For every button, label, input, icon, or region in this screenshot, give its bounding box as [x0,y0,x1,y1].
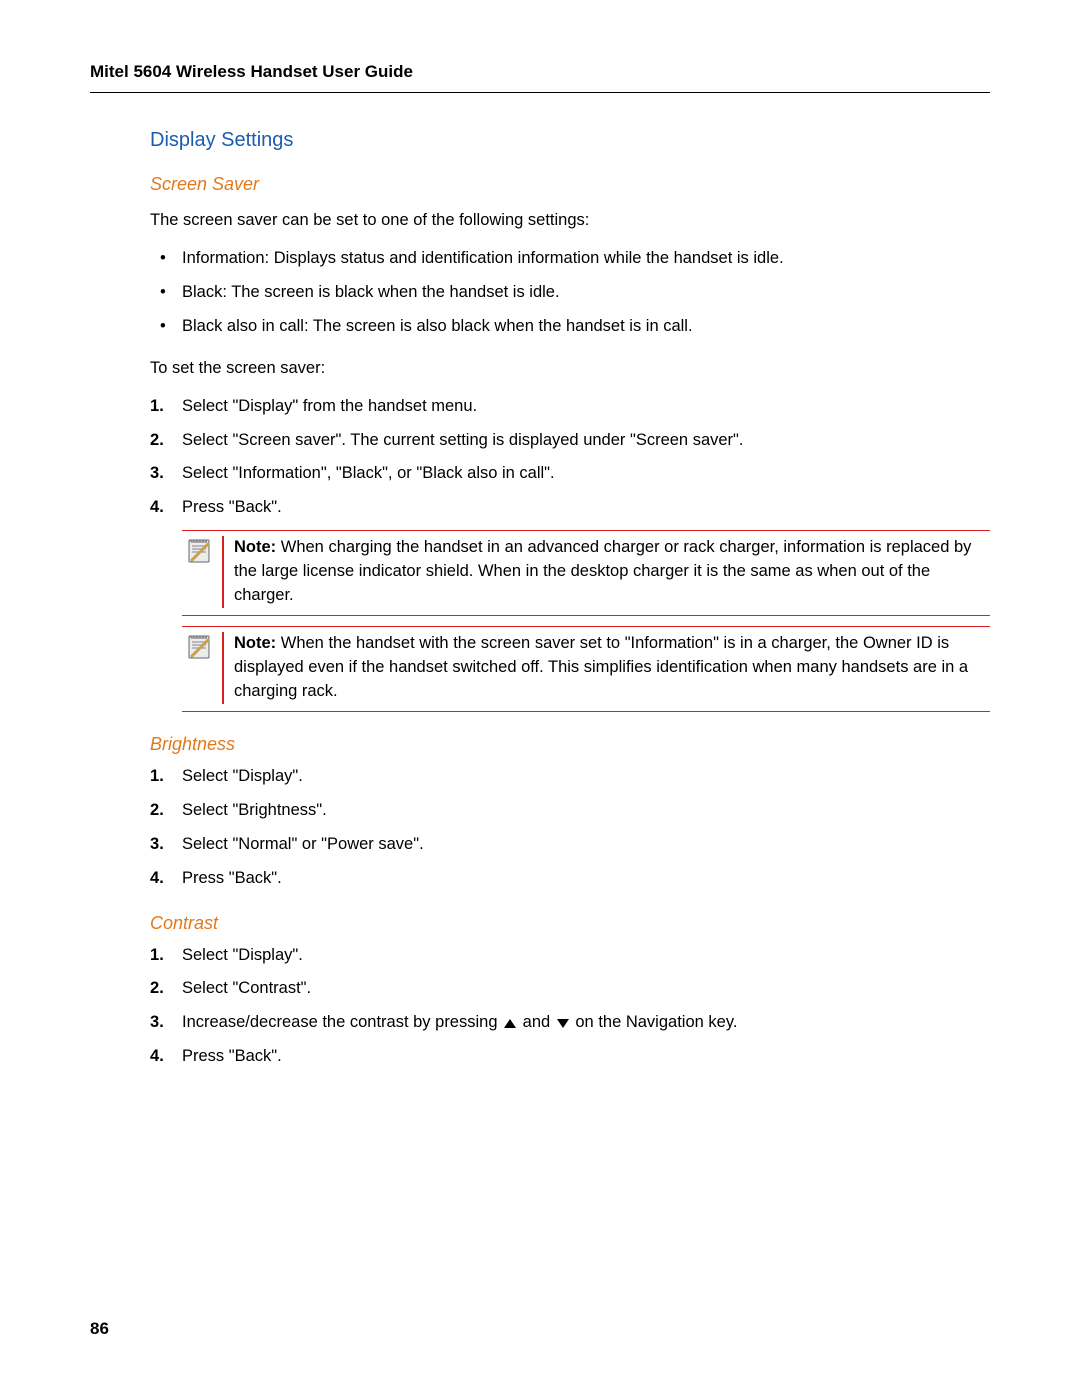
list-item: Select "Information", "Black", or "Black… [150,462,990,486]
list-item: Information: Displays status and identif… [150,247,990,271]
list-item: Press "Back". [150,496,990,520]
page-number: 86 [90,1319,109,1339]
list-item: Increase/decrease the contrast by pressi… [150,1011,990,1035]
heading-screen-saver: Screen Saver [150,174,990,195]
note-text: Note: When charging the handset in an ad… [222,536,990,608]
list-item: Black: The screen is black when the hand… [150,281,990,305]
nav-down-icon [557,1019,569,1028]
list-item: Black also in call: The screen is also b… [150,315,990,339]
screen-saver-body: The screen saver can be set to one of th… [150,209,990,712]
screen-saver-steps: Select "Display" from the handset menu. … [150,395,990,521]
list-item: Select "Display". [150,765,990,789]
note-block: Note: When charging the handset in an ad… [182,530,990,616]
brightness-steps: Select "Display". Select "Brightness". S… [150,765,990,891]
contrast-body: Select "Display". Select "Contrast". Inc… [150,944,990,1070]
note-icon [186,538,212,564]
screen-saver-intro: The screen saver can be set to one of th… [150,209,990,233]
note-body: When the handset with the screen saver s… [234,634,968,700]
to-set-intro: To set the screen saver: [150,357,990,381]
running-header: Mitel 5604 Wireless Handset User Guide [90,62,990,93]
list-item: Select "Normal" or "Power save". [150,833,990,857]
heading-brightness: Brightness [150,734,990,755]
note-body: When charging the handset in an advanced… [234,538,971,604]
note-label: Note: [234,538,276,556]
list-item: Press "Back". [150,1045,990,1069]
page: Mitel 5604 Wireless Handset User Guide D… [0,0,1080,1397]
note-text: Note: When the handset with the screen s… [222,632,990,704]
nav-up-icon [504,1019,516,1028]
note-block: Note: When the handset with the screen s… [182,626,990,712]
heading-display-settings: Display Settings [150,129,990,152]
screen-saver-bullets: Information: Displays status and identif… [150,247,990,339]
note-label: Note: [234,634,276,652]
list-item: Select "Screen saver". The current setti… [150,429,990,453]
list-item: Select "Display". [150,944,990,968]
heading-contrast: Contrast [150,913,990,934]
list-item: Press "Back". [150,867,990,891]
note-icon [186,634,212,660]
list-item: Select "Display" from the handset menu. [150,395,990,419]
brightness-body: Select "Display". Select "Brightness". S… [150,765,990,891]
list-item: Select "Brightness". [150,799,990,823]
list-item: Select "Contrast". [150,977,990,1001]
contrast-steps: Select "Display". Select "Contrast". Inc… [150,944,990,1070]
